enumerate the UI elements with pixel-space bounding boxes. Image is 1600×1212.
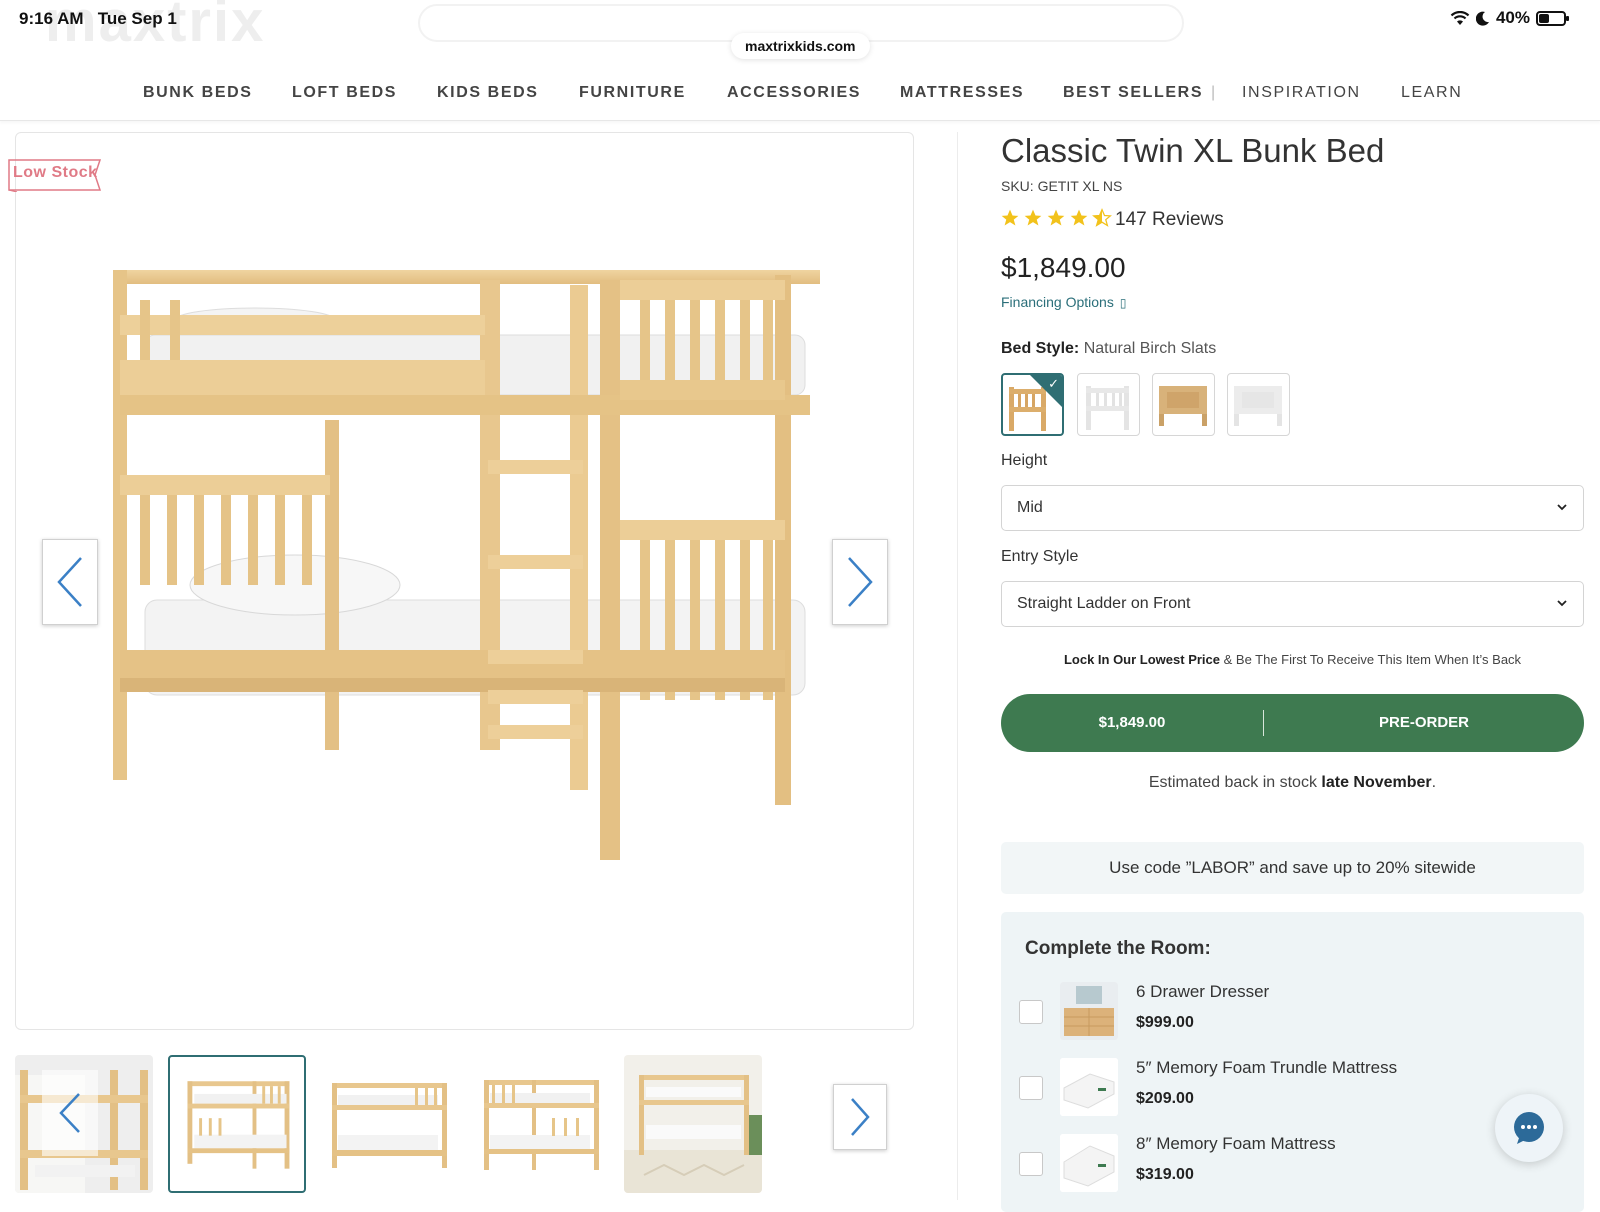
chevron-left-icon — [57, 557, 82, 607]
swatch-image — [1159, 386, 1207, 426]
star-half-icon — [1092, 208, 1112, 227]
info-icon: ▯ — [1119, 296, 1127, 310]
thumbnail-3[interactable] — [320, 1055, 458, 1193]
entry-style-label: Entry Style — [1001, 548, 1079, 565]
low-stock-badge: Low Stock — [7, 158, 102, 193]
height-label: Height — [1001, 452, 1048, 469]
swatch-image — [1086, 386, 1129, 430]
addon-checkbox[interactable] — [1019, 1152, 1043, 1176]
battery-percent: 40% — [1495, 8, 1530, 27]
gallery-next-button[interactable] — [832, 539, 888, 625]
list-item: 5″ Memory Foam Trundle Mattress $209.00 — [1001, 1054, 1584, 1120]
thumbnail-image-5 — [624, 1055, 762, 1193]
thumbnail-image-3 — [332, 1083, 447, 1168]
thumbnail-image-4 — [484, 1080, 599, 1170]
nav-separator: | — [1211, 84, 1216, 101]
swatch-white-slats[interactable] — [1077, 373, 1140, 436]
chevron-left-icon — [59, 1093, 80, 1133]
chat-bubble-icon — [1514, 1112, 1544, 1144]
status-time: 9:16 AM Tue Sep 1 — [19, 9, 177, 28]
chat-button[interactable] — [1495, 1094, 1563, 1162]
nav-kids-beds[interactable]: KIDS BEDS — [437, 84, 539, 102]
pre-order-button[interactable]: $1,849.00 PRE-ORDER — [1001, 694, 1584, 752]
moon-icon — [1475, 11, 1489, 26]
product-price: $1,849.00 — [1001, 252, 1126, 283]
addon-name[interactable]: 6 Drawer Dresser — [1136, 982, 1269, 1002]
nav-inspiration[interactable]: INSPIRATION — [1242, 84, 1361, 102]
star-icon — [1070, 209, 1088, 226]
addon-price: $209.00 — [1136, 1090, 1194, 1107]
nav-best-sellers[interactable]: BEST SELLERS — [1063, 84, 1203, 102]
chevron-right-icon — [851, 1098, 870, 1136]
star-icon — [1001, 209, 1019, 226]
gallery-prev-button[interactable] — [42, 539, 98, 625]
addon-price: $999.00 — [1136, 1014, 1194, 1031]
nav-mattresses[interactable]: MATTRESSES — [900, 84, 1024, 102]
chevron-down-icon — [1557, 504, 1567, 511]
thumb-prev-button[interactable] — [42, 1070, 98, 1156]
product-main-image[interactable] — [95, 250, 825, 880]
product-title: Classic Twin XL Bunk Bed — [1001, 132, 1385, 169]
swatch-white-panel[interactable] — [1227, 373, 1290, 436]
chevron-down-icon — [1557, 600, 1567, 607]
swatch-image — [1234, 386, 1282, 426]
nav-bunk-beds[interactable]: BUNK BEDS — [143, 84, 253, 102]
nav-accessories[interactable]: ACCESSORIES — [727, 84, 861, 102]
thumbnail-4[interactable] — [472, 1055, 610, 1193]
swatch-natural-birch-slats[interactable]: ✓ — [1001, 373, 1064, 436]
financing-link[interactable]: Financing Options ▯ — [1001, 294, 1126, 310]
reviews-link[interactable]: 147 Reviews — [1115, 209, 1224, 231]
status-bar: maxtrix 9:16 AM Tue Sep 1 40% maxtrixkid… — [0, 0, 1600, 59]
promo-banner: Use code ”LABOR” and save up to 20% site… — [1001, 842, 1584, 894]
thumbnail-image-2 — [187, 1081, 290, 1169]
nav-loft-beds[interactable]: LOFT BEDS — [292, 84, 397, 102]
status-indicators: 40% — [1450, 8, 1569, 28]
url-bar[interactable]: maxtrixkids.com — [731, 33, 870, 59]
nav-furniture[interactable]: FURNITURE — [579, 84, 686, 102]
check-icon: ✓ — [1048, 376, 1059, 391]
addon-checkbox[interactable] — [1019, 1000, 1043, 1024]
main-nav: BUNK BEDS LOFT BEDS KIDS BEDS FURNITURE … — [0, 78, 1600, 121]
thumbnail-2[interactable] — [168, 1055, 306, 1193]
lock-price-note: Lock In Our Lowest Price & Be The First … — [1063, 652, 1522, 667]
mattress-thumbnail — [1060, 1134, 1118, 1192]
cta-label: PRE-ORDER — [1378, 714, 1469, 731]
addon-name[interactable]: 5″ Memory Foam Trundle Mattress — [1136, 1058, 1397, 1078]
product-sku: SKU: GETIT XL NS — [1001, 178, 1123, 194]
star-icon — [1047, 209, 1065, 226]
chevron-right-icon — [848, 557, 873, 607]
addon-checkbox[interactable] — [1019, 1076, 1043, 1100]
star-icon — [1024, 209, 1042, 226]
mattress-thumbnail — [1060, 1058, 1118, 1116]
complete-room-title: Complete the Room: — [1025, 938, 1211, 959]
thumb-next-button[interactable] — [833, 1084, 887, 1150]
wifi-icon — [1450, 10, 1470, 25]
list-item: 6 Drawer Dresser $999.00 — [1001, 978, 1584, 1044]
addon-price: $319.00 — [1136, 1166, 1194, 1183]
battery-icon — [1536, 10, 1569, 26]
complete-the-room: Complete the Room: 6 Drawer Dresser $999… — [1001, 912, 1584, 1212]
nav-learn[interactable]: LEARN — [1401, 84, 1462, 102]
cta-price: $1,849.00 — [1098, 714, 1166, 731]
bed-style-label: Bed Style: Natural Birch Slats — [1001, 340, 1217, 357]
column-divider — [957, 132, 958, 1200]
dresser-thumbnail — [1060, 982, 1118, 1040]
back-in-stock-note: Estimated back in stock late November. — [1148, 774, 1437, 791]
rating-stars[interactable] — [1000, 208, 1112, 228]
swatch-natural-panel[interactable] — [1152, 373, 1215, 436]
height-select[interactable]: Mid — [1001, 485, 1584, 531]
addon-name[interactable]: 8″ Memory Foam Mattress — [1136, 1134, 1336, 1154]
thumbnail-5[interactable] — [624, 1055, 762, 1193]
entry-style-select[interactable]: Straight Ladder on Front — [1001, 581, 1584, 627]
